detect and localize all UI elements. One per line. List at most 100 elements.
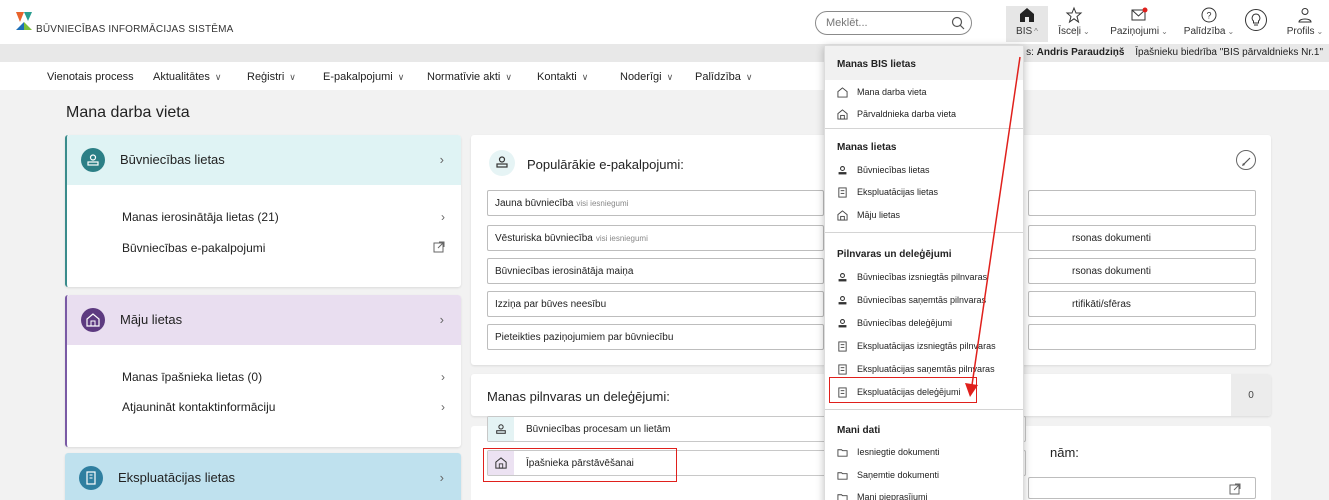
nav-kontakti[interactable]: Kontakti ∨: [537, 71, 588, 83]
pilnvaras-count: 0: [1231, 374, 1271, 416]
nav-registri[interactable]: Reģistri ∨: [247, 71, 296, 83]
notifications-button[interactable]: Paziņojumi ⌄: [1103, 6, 1175, 42]
menu-label: Saņemtie dokumenti: [857, 470, 940, 480]
service-right-4[interactable]: rtifikāti/sfēras: [1028, 291, 1256, 317]
house-icon: [837, 210, 848, 221]
service-label: Izziņa par būves neesību: [495, 299, 607, 310]
chevron-down-icon: ∨: [397, 72, 405, 82]
service-right-3[interactable]: rsonas dokumenti: [1028, 258, 1256, 284]
house-icon: [81, 308, 105, 332]
service-right-5[interactable]: [1028, 324, 1256, 350]
buvniecibas-card-header[interactable]: Būvniecības lietas ›: [67, 135, 461, 185]
profile-label: Profils: [1286, 26, 1315, 37]
home-icon: [837, 87, 848, 98]
profile-button[interactable]: Profils ⌄: [1282, 6, 1328, 42]
shortcuts-button[interactable]: Īsceļi ⌄: [1052, 6, 1096, 42]
ekspluatacijas-card-header[interactable]: Ekspluatācijas lietas ›: [65, 453, 461, 500]
row-atjaunot-kontaktinformaciju[interactable]: Atjaunināt kontaktinformāciju ›: [122, 400, 447, 414]
person-icon: [81, 148, 105, 172]
nav-palidziba[interactable]: Palīdzība ∨: [695, 71, 752, 83]
menu-label: Būvniecības deleģējumi: [857, 318, 953, 328]
search-input[interactable]: [826, 15, 946, 31]
service-label: rsonas dokumenti: [1072, 233, 1151, 244]
building-icon: [838, 341, 847, 352]
external-link-box[interactable]: [1028, 477, 1256, 499]
service-right-2[interactable]: rsonas dokumenti: [1028, 225, 1256, 251]
lightbulb-icon: [1245, 9, 1267, 31]
row-ierosinataja-lietas[interactable]: Manas ierosinātāja lietas (21) ›: [122, 210, 447, 224]
bis-label: BIS: [1016, 26, 1033, 37]
nav-e-pakalpojumi[interactable]: E-pakalpojumi ∨: [323, 71, 404, 83]
nav-normativie-akti[interactable]: Normatīvie akti ∨: [427, 71, 512, 83]
nav-label: Reģistri: [247, 71, 285, 83]
folder-icon: [837, 472, 848, 480]
service-vesturiska-buvnieciba[interactable]: Vēsturiska būvniecība visi iesniegumi: [487, 225, 824, 251]
menu-divider: [825, 409, 1023, 410]
notifications-label: Paziņojumi: [1110, 26, 1160, 37]
external-link-icon: [1229, 483, 1241, 495]
service-jauna-buvnieciba[interactable]: Jauna būvniecība visi iesniegumi: [487, 190, 824, 216]
ekspluatacijas-card: Ekspluatācijas lietas ›: [65, 453, 461, 500]
buvniecibas-card: Būvniecības lietas › Manas ierosinātāja …: [65, 135, 461, 287]
person-icon: [838, 166, 847, 175]
search-box[interactable]: [815, 11, 972, 35]
service-izzina-neesiba[interactable]: Izziņa par būves neesību: [487, 291, 824, 317]
chevron-down-icon: ∨: [745, 72, 753, 82]
nav-label: Kontakti: [537, 71, 577, 83]
shortcuts-label: Īsceļi: [1058, 26, 1082, 37]
option-label: Būvniecības procesam un lietām: [526, 424, 671, 435]
popular-title: Populārākie e-pakalpojumi:: [527, 157, 684, 172]
section-manas-lietas: Manas lietas: [837, 142, 897, 153]
service-sub: visi iesniegumi: [576, 199, 629, 208]
svg-text:?: ?: [1206, 11, 1211, 21]
nav-noderigi[interactable]: Noderīgi ∨: [620, 71, 673, 83]
service-pazinojumi[interactable]: Pieteikties paziņojumiem par būvniecību: [487, 324, 824, 350]
menu-label: Ekspluatācijas lietas: [857, 187, 939, 197]
menu-iesniegtie-dokumenti[interactable]: Iesniegtie dokumenti: [837, 446, 1017, 460]
user-org[interactable]: Īpašnieku biedrība "BIS pārvaldnieks Nr.…: [1135, 47, 1323, 58]
nav-label: Normatīvie akti: [427, 71, 501, 83]
star-icon: [1065, 6, 1083, 24]
row-ipasnieka-lietas[interactable]: Manas īpašnieka lietas (0) ›: [122, 370, 447, 384]
user-name[interactable]: Andris Paraudziņš: [1037, 47, 1125, 58]
highlight-box: [829, 377, 977, 403]
row-buvniecibas-e-pakalpojumi[interactable]: Būvniecības e-pakalpojumi: [122, 241, 447, 255]
system-title[interactable]: BŪVNIECĪBAS INFORMĀCIJAS SISTĒMA: [36, 24, 234, 35]
chevron-down-icon: ∨: [505, 72, 512, 82]
partial-section-title: nām:: [1050, 445, 1079, 460]
service-right-1[interactable]: [1028, 190, 1256, 216]
folder-icon: [837, 494, 848, 500]
service-ierosinataja-maina[interactable]: Būvniecības ierosinātāja maiņa: [487, 258, 824, 284]
user-icon: [1298, 8, 1312, 23]
help-label: Palīdzība: [1183, 26, 1226, 37]
card-title: Māju lietas: [120, 312, 183, 327]
card-title: Ekspluatācijas lietas: [118, 470, 236, 485]
mail-icon: [1131, 7, 1148, 21]
menu-label: Būvniecības lietas: [857, 165, 930, 175]
nav-label: E-pakalpojumi: [323, 71, 393, 83]
service-label: Pieteikties paziņojumiem par būvniecību: [495, 332, 674, 343]
pencil-icon[interactable]: [1236, 150, 1256, 170]
nav-aktualitates[interactable]: Aktualitātes ∨: [153, 71, 221, 83]
bis-menu-button[interactable]: BIS ^: [1006, 6, 1048, 42]
help-button[interactable]: ? Palīdzība ⌄: [1178, 6, 1240, 42]
chevron-down-icon: ∨: [581, 72, 589, 82]
chevron-right-icon: ›: [439, 470, 444, 485]
row-label: Manas ierosinātāja lietas (21): [122, 210, 279, 224]
chevron-right-icon: ›: [441, 400, 445, 414]
menu-mani-pieprasijumi[interactable]: Mani pieprasījumi: [837, 491, 1017, 500]
building-icon: [838, 187, 847, 198]
service-label: Vēsturiska būvniecība: [495, 233, 593, 244]
ideas-button[interactable]: [1242, 6, 1270, 42]
menu-label: Pārvaldnieka darba vieta: [857, 109, 957, 119]
menu-label: Māju lietas: [857, 210, 901, 220]
chevron-down-icon: ⌄: [1161, 27, 1168, 36]
logo-icon[interactable]: [14, 10, 34, 32]
chevron-down-icon: ∨: [666, 72, 674, 82]
search-icon[interactable]: [951, 16, 965, 30]
nav-vienotais-process[interactable]: Vienotais process: [47, 71, 134, 83]
user-info: s: Andris Paraudziņš Īpašnieku biedrība …: [1026, 47, 1323, 58]
maju-card-header[interactable]: Māju lietas ›: [67, 295, 461, 345]
chevron-right-icon: ›: [441, 210, 445, 224]
menu-sanemtie-dokumenti[interactable]: Saņemtie dokumenti: [837, 469, 1017, 483]
